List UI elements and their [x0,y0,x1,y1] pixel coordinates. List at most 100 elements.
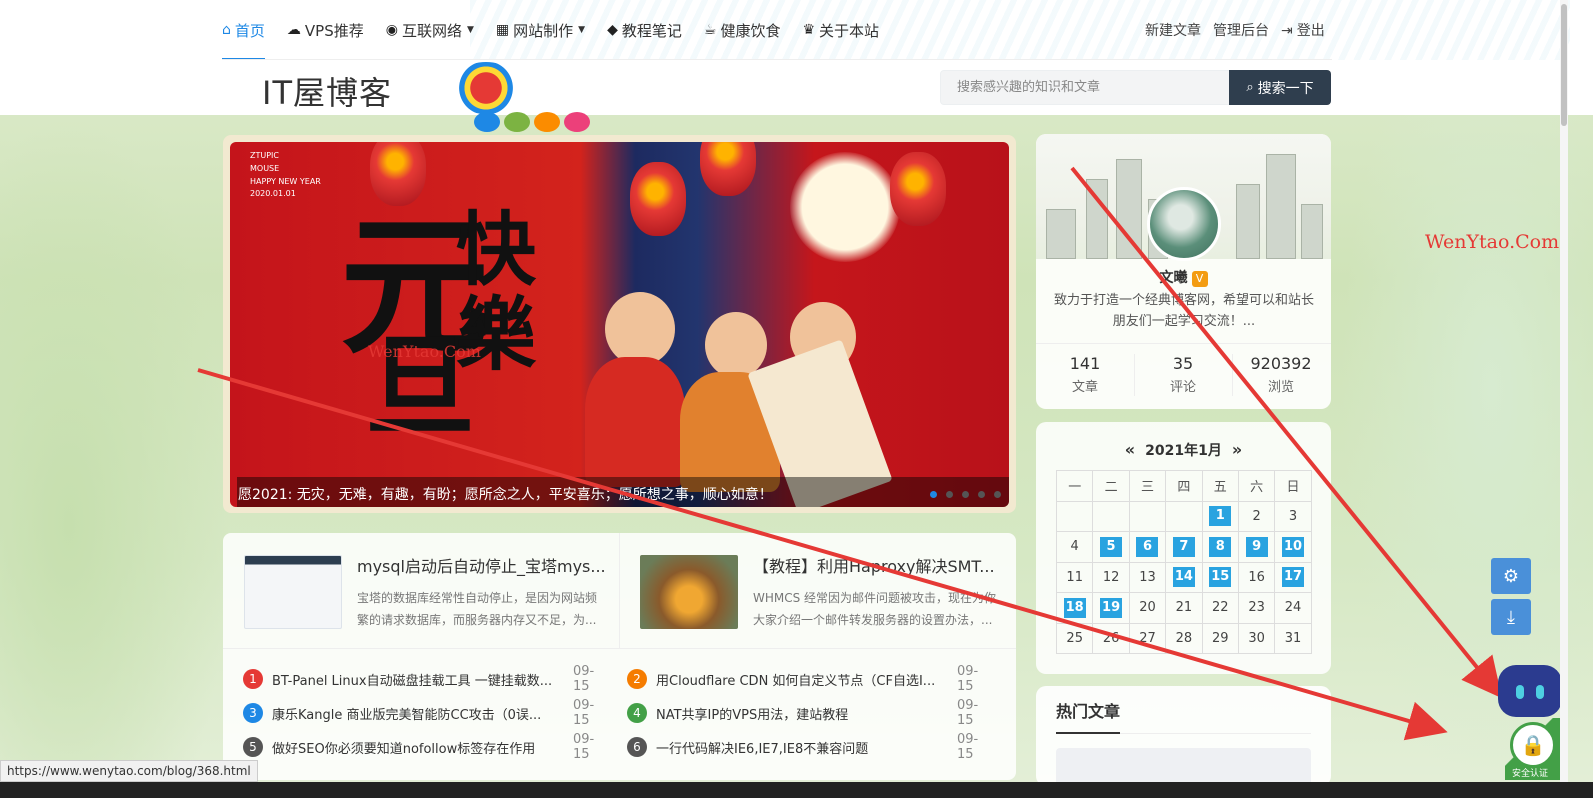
calendar-day: 26 [1092,622,1130,654]
security-seal[interactable]: 🔒 [1510,722,1556,768]
avatar[interactable] [1147,187,1221,261]
card-thumbnail[interactable] [244,555,342,629]
calendar-day: 31 [1274,622,1312,654]
hero-slider[interactable]: 元 旦 快 樂 [223,135,1016,513]
city-building [1086,179,1108,259]
calendar-day[interactable]: 14 [1165,561,1203,593]
calendar-day: 28 [1165,622,1203,654]
slide-caption[interactable]: 愿2021: 无灾，无难，有趣，有盼；愿所念之人，平安喜乐；愿所想之事，顺心如意… [238,484,773,504]
profile-name[interactable]: 文曦 V [1036,267,1331,287]
gear-icon: ⚙ [1502,565,1520,587]
list-item[interactable]: 3 康乐Kangle 商业版完美智能防CC攻击（0误... 09-15 [243,698,594,728]
card-title[interactable]: mysql启动后自动停止_宝塔mys... [357,553,606,577]
slider-dot[interactable] [930,491,937,498]
calendar-next-button[interactable]: » [1232,440,1242,459]
os-taskbar [0,782,1593,798]
nav-item-5[interactable]: ☕ 健康饮食 [704,0,781,60]
calendar-header: « 2021年1月 » [1036,440,1331,460]
calendar-day[interactable]: 15 [1201,561,1239,593]
search-icon: ⌕ [1246,80,1254,95]
card-title[interactable]: 【教程】利用Haproxy解决SMT... [753,553,995,577]
slider-dot[interactable] [946,491,953,498]
calendar-day[interactable]: 9 [1237,531,1276,563]
slide-corner-text: ZTUPIC MOUSE HAPPY NEW YEAR 2020.01.01 [250,150,321,201]
calendar-day[interactable]: 5 [1092,531,1130,563]
list-item[interactable]: 5 做好SEO你必须要知道nofollow标签存在作用 09-15 [243,732,594,762]
calendar-day: 21 [1165,592,1203,624]
list-item-title[interactable]: 一行代码解决IE6,IE7,IE8不兼容问题 [656,738,948,757]
nav-item-0[interactable]: ⌂ 首页 [222,0,265,60]
rank-badge: 6 [627,737,647,757]
list-item[interactable]: 4 NAT共享IP的VPS用法，建站教程 09-15 [627,698,978,728]
watermark-text: WenYtao.Com [1425,231,1560,253]
lantern [630,162,686,236]
list-item-date: 09-15 [573,698,595,728]
calendar-day: 3 [1274,500,1312,532]
list-item-date: 09-15 [957,664,979,694]
globe-icon: ◉ [385,22,398,38]
calendar-prev-button[interactable]: « [1125,440,1135,459]
calendar-day[interactable]: 8 [1201,531,1239,563]
profile-divider [1036,343,1331,344]
settings-button[interactable]: ⚙ [1491,558,1531,594]
author-profile-card: 文曦 V 致力于打造一个经典博客网，希望可以和站长朋友们一起学习交流！... 14… [1036,134,1331,409]
user-links: 新建文章 管理后台 ⇥ 登出 [1145,0,1349,60]
calendar-weekday: 一 [1055,470,1094,502]
robot-eye [1516,685,1524,699]
list-item-title[interactable]: 康乐Kangle 商业版完美智能防CC攻击（0误... [272,704,564,723]
stat-comments: 35 评论 [1169,354,1196,395]
logout-link[interactable]: ⇥ 登出 [1281,20,1337,40]
caret-down-icon: ▼ [466,25,474,35]
calendar-day[interactable]: 18 [1055,592,1094,624]
site-logo[interactable]: IT屋博客 [262,68,392,114]
list-item[interactable]: 2 用Cloudflare CDN 如何自定义节点（CF自选I... 09-15 [627,664,978,694]
download-button[interactable]: ⤓ [1491,599,1531,635]
list-item-title[interactable]: NAT共享IP的VPS用法，建站教程 [656,704,948,723]
calendar-day: 27 [1128,622,1167,654]
admin-link[interactable]: 管理后台 [1213,20,1269,40]
security-seal-label: 安全认证 [1512,769,1549,779]
graduation-cap-icon: ◆ [607,22,618,38]
list-item[interactable]: 1 BT-Panel Linux自动磁盘挂载工具 一键挂载数... 09-15 [243,664,594,694]
calendar-day[interactable]: 7 [1165,531,1203,563]
list-item[interactable]: 6 一行代码解决IE6,IE7,IE8不兼容问题 09-15 [627,732,978,762]
nav-item-6[interactable]: ♛ 关于本站 [802,0,879,60]
list-item-title[interactable]: 用Cloudflare CDN 如何自定义节点（CF自选I... [656,670,948,689]
logo-mascot-badge [450,62,522,114]
list-item-title[interactable]: 做好SEO你必须要知道nofollow标签存在作用 [272,738,564,757]
list-item-title[interactable]: BT-Panel Linux自动磁盘挂载工具 一键挂载数... [272,670,564,689]
calendar-day[interactable]: 19 [1092,592,1130,624]
calendar-day[interactable]: 17 [1274,561,1312,593]
nav-item-1[interactable]: ☁ VPS推荐 [287,0,364,60]
new-post-link[interactable]: 新建文章 [1145,20,1201,40]
card-thumbnail[interactable] [640,555,738,629]
slide-corner-line: 2020.01.01 [250,189,296,199]
slide-corner-line: HAPPY NEW YEAR [250,176,321,186]
nav-item-2[interactable]: ◉ 互联网络 ▼ [386,0,474,60]
hot-post-thumbnail[interactable] [1056,748,1311,786]
slider-dot[interactable] [962,491,969,498]
calendar-day[interactable]: 6 [1128,531,1167,563]
lock-icon: 🔒 [1520,733,1546,757]
featured-card[interactable]: 【教程】利用Haproxy解决SMT... WHMCS 经常因为邮件问题被攻击，… [619,533,1015,648]
robot-mascot[interactable] [1498,665,1562,717]
calendar-day[interactable]: 10 [1274,531,1312,563]
lantern [370,142,426,206]
rank-badge: 2 [627,669,647,689]
search-input[interactable]: 搜索感兴趣的知识和文章 [940,70,1230,105]
hot-posts-title: 热门文章 [1056,702,1121,721]
calendar-weekday: 四 [1165,470,1203,502]
calendar-day[interactable]: 1 [1201,500,1239,532]
calendar-day [1165,500,1203,532]
search-button[interactable]: ⌕ 搜索一下 [1229,70,1331,105]
scrollbar-thumb[interactable] [1561,4,1567,126]
nav-item-3[interactable]: ▦ 网站制作 ▼ [496,0,585,60]
slider-dot[interactable] [978,491,985,498]
robot-eye [1536,685,1544,699]
nav-item-4[interactable]: ◆ 教程笔记 [607,0,682,60]
featured-card[interactable]: mysql启动后自动停止_宝塔mys... 宝塔的数据库经常性自动停止，是因为网… [223,533,619,648]
calendar-day [1055,500,1094,532]
coffee-icon: ☕ [703,22,717,38]
slider-dot[interactable] [994,491,1001,498]
slide-image[interactable]: 元 旦 快 樂 [230,142,1009,507]
